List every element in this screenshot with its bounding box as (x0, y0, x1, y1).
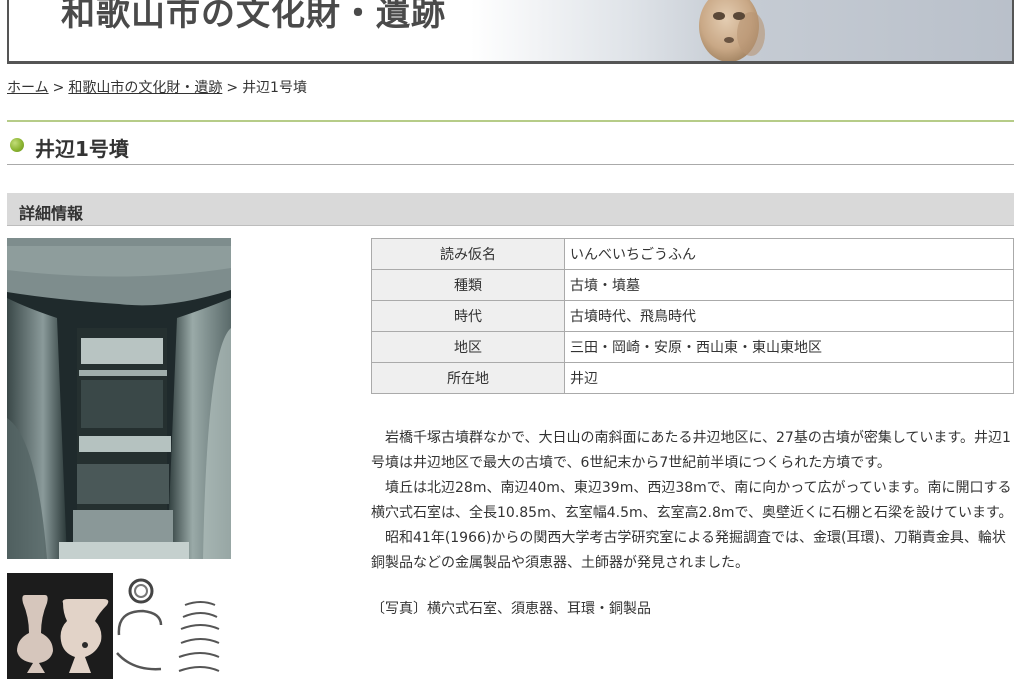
type-value: 古墳・墳墓 (564, 269, 1014, 301)
detail-info-table: 読み仮名 いんべいちごうふん 種類 古墳・墳墓 時代 古墳時代、飛鳥時代 地区 … (371, 238, 1014, 394)
table-row: 読み仮名 いんべいちごうふん (371, 238, 1014, 270)
reading-value: いんべいちごうふん (564, 238, 1014, 270)
page-title: 井辺1号墳 (35, 137, 129, 161)
breadcrumb-separator: > (226, 80, 239, 96)
section-title: 詳細情報 (19, 204, 84, 223)
district-value: 三田・岡崎・安原・西山東・東山東地区 (564, 331, 1014, 363)
green-bullet-icon (10, 138, 24, 152)
breadcrumb-current: 井辺1号墳 (242, 80, 307, 96)
reading-label: 読み仮名 (371, 238, 565, 270)
haniwa-figure-image (699, 0, 765, 61)
description-paragraph: 岩橋千塚古墳群なかで、大日山の南斜面にあたる井辺地区に、27基の古墳が密集してい… (371, 430, 1011, 471)
page-title-row: 井辺1号墳 (7, 132, 1014, 165)
district-label: 地区 (371, 331, 565, 363)
banner-title: 和歌山市の文化財・遺跡 (61, 0, 446, 34)
table-row: 所在地 井辺 (371, 362, 1014, 394)
breadcrumb: ホーム > 和歌山市の文化財・遺跡 > 井辺1号墳 (7, 77, 307, 97)
location-label: 所在地 (371, 362, 565, 394)
table-row: 時代 古墳時代、飛鳥時代 (371, 300, 1014, 332)
breadcrumb-home-link[interactable]: ホーム (7, 80, 49, 96)
stone-chamber-photo (7, 238, 231, 559)
ear-rings-bronze-photo (113, 573, 221, 679)
sue-ware-photo (7, 573, 113, 679)
description-paragraph: 墳丘は北辺28m、南辺40m、東辺39m、西辺38mで、南に向かって広がっていま… (371, 480, 1013, 521)
title-top-divider (7, 120, 1014, 122)
description-paragraph: 昭和41年(1966)からの関西大学考古学研究室による発掘調査では、金環(耳環)… (371, 530, 1006, 571)
period-value: 古墳時代、飛鳥時代 (564, 300, 1014, 332)
type-label: 種類 (371, 269, 565, 301)
location-value: 井辺 (564, 362, 1014, 394)
section-header: 詳細情報 (7, 193, 1014, 226)
table-row: 種類 古墳・墳墓 (371, 269, 1014, 301)
breadcrumb-separator: > (52, 80, 65, 96)
description: 岩橋千塚古墳群なかで、大日山の南斜面にあたる井辺地区に、27基の古墳が密集してい… (371, 426, 1016, 576)
table-row: 地区 三田・岡崎・安原・西山東・東山東地区 (371, 331, 1014, 363)
site-banner: 和歌山市の文化財・遺跡 (7, 0, 1014, 64)
breadcrumb-parent-link[interactable]: 和歌山市の文化財・遺跡 (68, 80, 222, 96)
period-label: 時代 (371, 300, 565, 332)
photo-caption: 〔写真〕横穴式石室、須恵器、耳環・銅製品 (371, 601, 651, 617)
